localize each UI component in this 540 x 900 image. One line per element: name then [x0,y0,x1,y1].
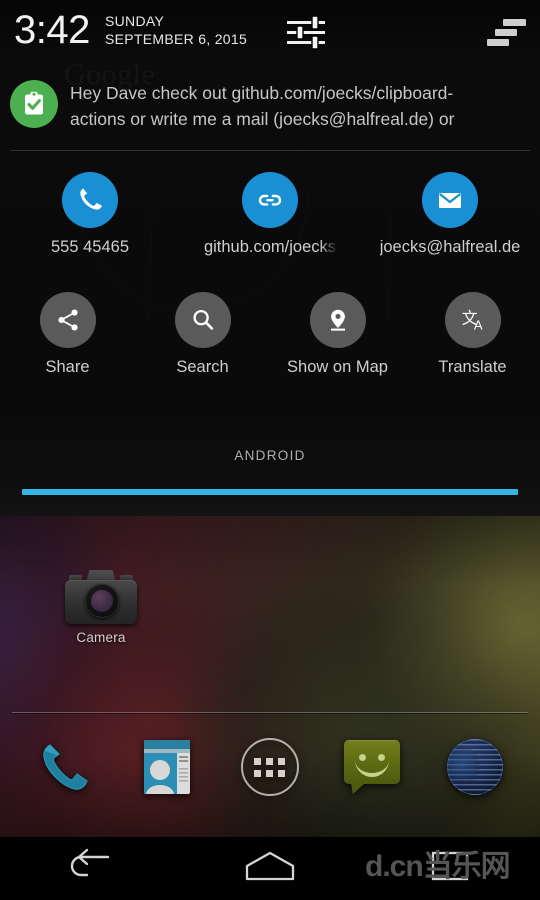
primary-action-row: 555 45465 github.com/joecks joecks@halfr… [0,172,540,257]
translate-icon: 文 A [444,292,501,348]
camera-icon [65,568,137,624]
dock-item-browser[interactable] [436,728,514,806]
place-pin-icon [309,292,366,348]
action-label: joecks@halfreal.de [379,238,521,256]
svg-text:A: A [473,317,482,332]
action-search[interactable]: Search [135,292,270,377]
nav-home-button[interactable] [210,837,330,900]
dock-item-contacts[interactable] [129,728,207,806]
action-label: 555 45465 [51,238,129,256]
sliders-icon[interactable] [285,15,330,51]
clipboard-check-icon [10,80,58,128]
phone-dock-icon [37,739,93,795]
action-share[interactable]: Share [0,292,135,377]
clear-all-notifications-icon[interactable] [487,18,527,48]
phone-icon [62,172,118,228]
nav-recents-button[interactable] [390,837,510,900]
action-send-email[interactable]: joecks@halfreal.de [379,172,521,257]
action-label: Search [176,358,229,376]
action-show-on-map[interactable]: Show on Map [270,292,405,377]
dock-item-app-drawer[interactable] [231,728,309,806]
status-date: SUNDAY SEPTEMBER 6, 2015 [105,13,247,49]
action-label: Show on Map [287,358,388,376]
recents-icon [428,848,472,889]
dock-item-phone[interactable] [26,728,104,806]
messaging-dock-icon [342,738,402,796]
app-drawer-icon [240,738,299,796]
shade-header: 3:42 SUNDAY SEPTEMBER 6, 2015 [0,0,540,62]
contacts-dock-icon [138,736,198,798]
status-date-full: SEPTEMBER 6, 2015 [105,30,248,47]
nav-back-button[interactable] [30,837,150,900]
dock-divider [12,712,528,713]
home-icon-label: Camera [76,630,126,645]
notification-text: Hey Dave check out github.com/joecks/cli… [70,83,455,129]
status-date-day: SUNDAY [105,13,165,29]
browser-dock-icon [446,739,503,795]
notification-shade: Google 3:42 SUNDAY SEPTEMBER 6, 2015 Hey… [0,0,540,516]
action-label: github.com/joecks [203,238,337,256]
navigation-bar [0,837,540,900]
action-label: Translate [438,358,507,376]
action-open-link[interactable]: github.com/joecks [203,172,338,257]
action-label: Share [45,358,90,376]
action-call[interactable]: 555 45465 [23,172,158,257]
notification-divider [10,150,530,151]
link-icon [242,172,298,228]
dock-item-messaging[interactable] [333,728,411,806]
email-icon [422,172,478,228]
notification-app-name: ANDROID [234,448,306,463]
secondary-action-row: Share Search Show on Map 文 A Translate [0,292,540,377]
action-translate[interactable]: 文 A Translate [405,292,540,377]
status-clock: 3:42 [14,8,90,52]
home-icon [242,849,298,888]
home-icon-camera[interactable]: Camera [46,568,156,645]
shade-drag-handle[interactable] [22,489,518,495]
android-phone-screen: Camera Google 3:42 SUNDAY SEPTEMBER 6, 2… [0,0,540,900]
back-icon [64,848,116,889]
dock [0,728,540,848]
share-icon [39,292,96,348]
search-icon [174,292,231,348]
